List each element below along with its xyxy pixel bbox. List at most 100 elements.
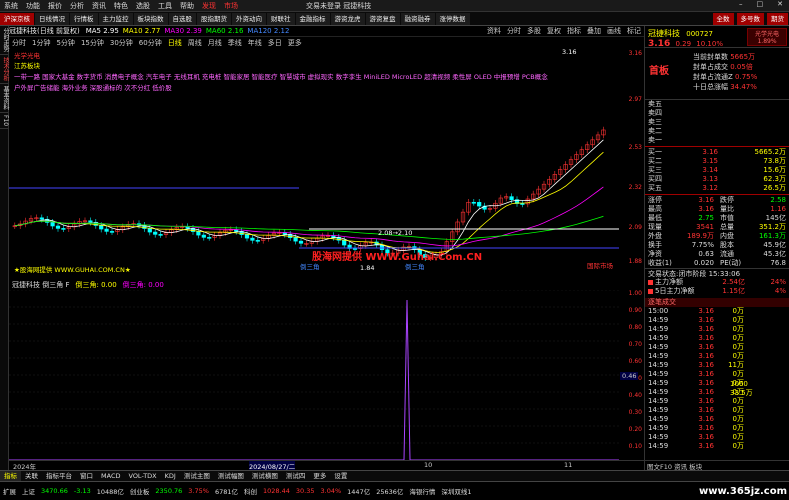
nav-tab[interactable]: 主力监控 bbox=[98, 12, 133, 25]
toolbar-button[interactable]: 画线 bbox=[604, 26, 624, 36]
stat-label: 净资 bbox=[648, 250, 662, 258]
period-option[interactable]: 分时 bbox=[9, 38, 29, 48]
menu-select[interactable]: 选股 bbox=[132, 1, 154, 11]
ask-row-volume bbox=[718, 118, 786, 127]
date-label: 11 bbox=[564, 461, 573, 469]
ask-row: 卖二 bbox=[645, 127, 789, 136]
period-option[interactable]: 1分钟 bbox=[29, 38, 53, 48]
toolbar-button[interactable]: 叠加 bbox=[584, 26, 604, 36]
menu-system[interactable]: 系统 bbox=[0, 1, 22, 11]
indicator-tab[interactable]: 设置 bbox=[330, 471, 351, 481]
tick-volume: 0万 bbox=[732, 397, 744, 405]
tick-price: 3.16 bbox=[698, 424, 714, 432]
period-option[interactable]: 15分钟 bbox=[78, 38, 107, 48]
period-option[interactable]: 60分钟 bbox=[136, 38, 165, 48]
toolbar-button[interactable]: 复权 bbox=[544, 26, 564, 36]
indicator-tab[interactable]: 测试幅图 bbox=[214, 471, 248, 481]
status-item: 科创 bbox=[244, 488, 257, 496]
indicator-tab[interactable]: 指标平台 bbox=[42, 471, 76, 481]
nav-tab[interactable]: 外资动向 bbox=[232, 12, 266, 25]
tick-volume: 0万 bbox=[732, 325, 744, 333]
period-option[interactable]: 更多 bbox=[285, 38, 305, 48]
menu-special[interactable]: 特色 bbox=[110, 1, 132, 11]
indicator-tab[interactable]: 测试主图 bbox=[180, 471, 214, 481]
sidebar-item-basic[interactable]: 基本资料 bbox=[0, 84, 9, 113]
menu-help[interactable]: 帮助 bbox=[176, 1, 198, 11]
tick-time: 14:59 bbox=[648, 343, 669, 351]
nav-right-tab[interactable]: 期货 bbox=[767, 13, 788, 25]
indicator-tab[interactable]: KDJ bbox=[161, 471, 180, 481]
candle-body bbox=[196, 231, 201, 236]
period-option[interactable]: 日线 bbox=[165, 38, 185, 48]
menu-news[interactable]: 资讯 bbox=[88, 1, 110, 11]
nav-tab[interactable]: 涨停数据 bbox=[435, 12, 470, 25]
nav-tab[interactable]: 融资融券 bbox=[400, 12, 435, 25]
period-option[interactable]: 月线 bbox=[205, 38, 225, 48]
nav-tab[interactable]: 行情板 bbox=[70, 12, 98, 25]
ma-value: MA60 2.16 bbox=[205, 27, 244, 35]
toolbar-button[interactable]: 分时 bbox=[504, 26, 524, 36]
indicator-tab[interactable]: 测试四 bbox=[282, 471, 310, 481]
limit-note-label: 十日总涨幅 bbox=[693, 83, 728, 91]
ticks-header[interactable]: 逐笔成交 bbox=[645, 298, 789, 307]
ytick: 2.32 bbox=[628, 184, 642, 191]
toolbar-button[interactable]: 多股 bbox=[524, 26, 544, 36]
indicator-tab[interactable]: 测试横图 bbox=[248, 471, 282, 481]
menu-discover[interactable]: 发现 bbox=[198, 1, 220, 11]
indicator-tab[interactable]: 关联 bbox=[21, 471, 42, 481]
period-option[interactable]: 30分钟 bbox=[107, 38, 136, 48]
maximize-icon[interactable]: □ bbox=[753, 0, 768, 8]
nav-tab[interactable]: 股指期货 bbox=[197, 12, 231, 25]
minimize-icon[interactable]: – bbox=[735, 0, 747, 8]
nav-right-tab[interactable]: 多号数 bbox=[736, 13, 764, 25]
menu-tools[interactable]: 工具 bbox=[154, 1, 176, 11]
nav-tab[interactable]: 板块指数 bbox=[133, 12, 168, 25]
toolbar-button[interactable]: 标记 bbox=[624, 26, 644, 36]
candle-body bbox=[39, 217, 44, 220]
ask-row-volume bbox=[718, 136, 786, 145]
nav-tab[interactable]: 自选股 bbox=[168, 12, 196, 25]
stat-label: 总量 bbox=[720, 223, 734, 231]
sidebar-item-timeshare[interactable]: 分时走势 bbox=[0, 26, 9, 55]
ytick: 1.88 bbox=[628, 258, 642, 265]
nav-tab[interactable]: 金融指标 bbox=[295, 12, 330, 25]
period-option[interactable]: 季线 bbox=[225, 38, 245, 48]
indicator-tab[interactable]: VOL-TDX bbox=[124, 471, 160, 481]
stat-label: 市值 bbox=[720, 214, 734, 222]
period-option[interactable]: 周线 bbox=[185, 38, 205, 48]
period-option[interactable]: 5分钟 bbox=[53, 38, 77, 48]
stat-value: 7.75% bbox=[691, 241, 714, 249]
menu-market[interactable]: 市场 bbox=[220, 1, 242, 11]
indicator-tab[interactable]: MACD bbox=[97, 471, 124, 481]
status-item: 25636亿 bbox=[376, 488, 404, 496]
nav-tab[interactable]: 游资复盘 bbox=[365, 12, 400, 25]
period-option[interactable]: 年线 bbox=[245, 38, 265, 48]
candle-body bbox=[207, 237, 212, 239]
sector-badge[interactable]: 光学光电 1.89% bbox=[747, 28, 787, 46]
tick-price: 3.16 bbox=[698, 334, 714, 342]
sidebar-item-f10[interactable]: F10 bbox=[0, 113, 9, 130]
candle-body bbox=[342, 239, 347, 246]
indicator-tab[interactable]: 窗口 bbox=[76, 471, 97, 481]
panel-footer[interactable]: 图文F10 资讯 板块 bbox=[644, 460, 789, 471]
nav-tab[interactable]: 财联社 bbox=[267, 12, 295, 25]
limit-note-value: 0.75% bbox=[732, 73, 758, 81]
sidebar-item-technical[interactable]: 技术分析 bbox=[0, 55, 9, 84]
nav-tab[interactable]: 日线情况 bbox=[35, 12, 69, 25]
tick-list[interactable]: 15:00 3.16 0万 14:59 3.16 0万 14:59 3.16 0万 14:59 3.… bbox=[645, 307, 789, 451]
menu-function[interactable]: 功能 bbox=[22, 1, 44, 11]
indicator-chart[interactable] bbox=[9, 290, 619, 460]
indicator-tab[interactable]: 指标 bbox=[0, 471, 21, 481]
toolbar-button[interactable]: 指标 bbox=[564, 26, 584, 36]
tick-row: 14:59 3.16 0万 bbox=[645, 325, 789, 334]
menu-analysis[interactable]: 分析 bbox=[66, 1, 88, 11]
menu-quote[interactable]: 报价 bbox=[44, 1, 66, 11]
nav-right-tab[interactable]: 全数 bbox=[712, 13, 734, 25]
period-option[interactable]: 多日 bbox=[265, 38, 285, 48]
nav-tab[interactable]: 沪深京核 bbox=[0, 12, 34, 25]
close-icon[interactable]: ✕ bbox=[773, 0, 787, 8]
ma-value: MA5 2.95 bbox=[85, 27, 119, 35]
nav-tab[interactable]: 游资龙虎 bbox=[330, 12, 365, 25]
toolbar-button[interactable]: 资料 bbox=[484, 26, 504, 36]
indicator-tab[interactable]: 更多 bbox=[309, 471, 330, 481]
